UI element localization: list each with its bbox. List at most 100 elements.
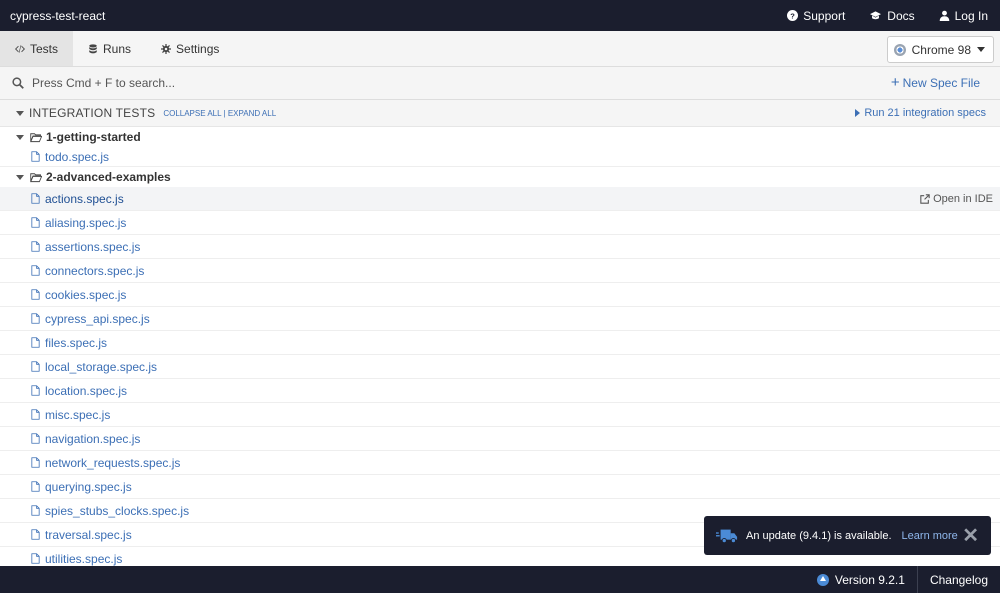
file-icon: [31, 553, 40, 564]
run-all-specs-button[interactable]: Run 21 integration specs: [855, 107, 990, 119]
new-spec-label: New Spec File: [902, 76, 980, 90]
file-icon: [31, 385, 40, 396]
file-icon: [31, 337, 40, 348]
file-icon: [31, 241, 40, 252]
chrome-icon: [893, 43, 906, 56]
tab-settings[interactable]: Settings: [146, 31, 234, 66]
version-button[interactable]: Version 9.2.1: [805, 566, 918, 593]
spec-file-row[interactable]: location.spec.js: [0, 379, 1000, 403]
learn-more-link[interactable]: Learn more: [902, 530, 958, 542]
spec-file-name: querying.spec.js: [45, 479, 132, 494]
file-icon: [31, 217, 40, 228]
gear-icon: [161, 43, 172, 54]
tab-bar: Tests Runs Settings Chrome 98: [0, 31, 1000, 67]
file-icon: [31, 457, 40, 468]
changelog-link[interactable]: Changelog: [918, 573, 1000, 587]
file-icon: [31, 265, 40, 276]
spec-file-row[interactable]: navigation.spec.js: [0, 427, 1000, 451]
top-nav: ? Support Docs Log In: [787, 9, 990, 23]
spec-file-name: local_storage.spec.js: [45, 359, 158, 374]
spec-file-name: cypress_api.spec.js: [45, 311, 150, 326]
file-icon: [31, 433, 40, 444]
search-bar: + New Spec File: [0, 67, 1000, 100]
delivery-truck-icon: [716, 529, 738, 543]
run-all-label: Run 21 integration specs: [864, 107, 986, 119]
project-title: cypress-test-react: [10, 8, 106, 23]
user-icon: [939, 10, 949, 21]
spec-file-row[interactable]: local_storage.spec.js: [0, 355, 1000, 379]
open-in-ide-button[interactable]: Open in IDE: [920, 193, 1000, 205]
file-icon: [31, 193, 40, 204]
spec-file-row[interactable]: connectors.spec.js: [0, 259, 1000, 283]
spec-file-name: actions.spec.js: [45, 191, 124, 206]
spec-file-name: connectors.spec.js: [45, 263, 145, 278]
support-label: Support: [803, 8, 846, 23]
spec-file-row[interactable]: cypress_api.spec.js: [0, 307, 1000, 331]
folder-1-getting-started[interactable]: 1-getting-started: [0, 127, 1000, 147]
spec-file-row[interactable]: querying.spec.js: [0, 475, 1000, 499]
caret-down-icon: [16, 134, 24, 140]
spec-file-name: spies_stubs_clocks.spec.js: [45, 503, 190, 518]
update-message: An update (9.4.1) is available.: [746, 529, 892, 542]
folder-name: 2-advanced-examples: [46, 170, 171, 184]
update-toast: An update (9.4.1) is available. Learn mo…: [704, 516, 991, 555]
play-icon: [855, 109, 861, 117]
collapse-all-link[interactable]: COLLAPSE ALL: [163, 109, 221, 118]
question-circle-icon: ?: [787, 10, 799, 21]
graduation-cap-icon: [870, 11, 882, 20]
tab-runs[interactable]: Runs: [73, 31, 146, 66]
tab-tests-label: Tests: [30, 41, 59, 56]
caret-down-icon: [16, 174, 24, 180]
spec-list: 1-getting-started todo.spec.js 2-advance…: [0, 127, 1000, 571]
file-icon: [31, 361, 40, 372]
file-icon: [31, 505, 40, 516]
spec-file-row[interactable]: network_requests.spec.js: [0, 451, 1000, 475]
new-spec-file-button[interactable]: + New Spec File: [890, 74, 988, 91]
file-icon: [31, 151, 40, 162]
spec-file-row[interactable]: misc.spec.js: [0, 403, 1000, 427]
spec-file-name: assertions.spec.js: [45, 239, 141, 254]
section-title: INTEGRATION TESTS: [29, 106, 156, 120]
code-icon: [15, 44, 25, 53]
search-input[interactable]: [32, 76, 891, 90]
file-icon: [31, 481, 40, 492]
login-link[interactable]: Log In: [939, 9, 988, 23]
spec-file-row[interactable]: actions.spec.js Open in IDE: [0, 187, 1000, 211]
open-in-ide-label: Open in IDE: [933, 192, 993, 205]
tab-tests[interactable]: Tests: [0, 31, 74, 66]
file-icon: [31, 289, 40, 300]
file-icon: [31, 529, 40, 540]
spec-file-row[interactable]: files.spec.js: [0, 331, 1000, 355]
docs-label: Docs: [887, 8, 915, 23]
spec-file-row[interactable]: assertions.spec.js: [0, 235, 1000, 259]
search-icon: [12, 77, 24, 89]
plus-icon: +: [890, 74, 900, 91]
file-icon: [31, 313, 40, 324]
version-label: Version 9.2.1: [834, 572, 905, 587]
close-icon[interactable]: ✕: [962, 526, 979, 546]
spec-file-row[interactable]: todo.spec.js: [0, 147, 1000, 167]
spec-file-name: aliasing.spec.js: [45, 215, 127, 230]
support-link[interactable]: ? Support: [787, 9, 845, 23]
file-icon: [31, 409, 40, 420]
docs-link[interactable]: Docs: [869, 8, 915, 23]
separator: |: [223, 108, 226, 118]
database-icon: [89, 43, 97, 53]
top-bar: cypress-test-react ? Support Docs Log In: [0, 0, 1000, 31]
spec-file-row[interactable]: aliasing.spec.js: [0, 211, 1000, 235]
spec-file-name: todo.spec.js: [45, 149, 110, 164]
external-link-icon: [920, 193, 930, 204]
spec-file-name: location.spec.js: [45, 383, 128, 398]
expand-all-link[interactable]: EXPAND ALL: [228, 109, 276, 118]
browser-select[interactable]: Chrome 98: [886, 36, 994, 63]
integration-tests-header: INTEGRATION TESTS COLLAPSE ALL | EXPAND …: [0, 100, 1000, 127]
spec-file-name: utilities.spec.js: [45, 551, 123, 566]
spec-file-row[interactable]: cookies.spec.js: [0, 283, 1000, 307]
spec-file-name: misc.spec.js: [45, 407, 111, 422]
folder-2-advanced-examples[interactable]: 2-advanced-examples: [0, 167, 1000, 187]
tab-settings-label: Settings: [176, 41, 220, 56]
caret-down-icon[interactable]: [16, 110, 24, 116]
folder-open-icon: [30, 132, 42, 142]
collapse-expand-links: COLLAPSE ALL | EXPAND ALL: [163, 109, 276, 118]
spec-file-name: cookies.spec.js: [45, 287, 127, 302]
